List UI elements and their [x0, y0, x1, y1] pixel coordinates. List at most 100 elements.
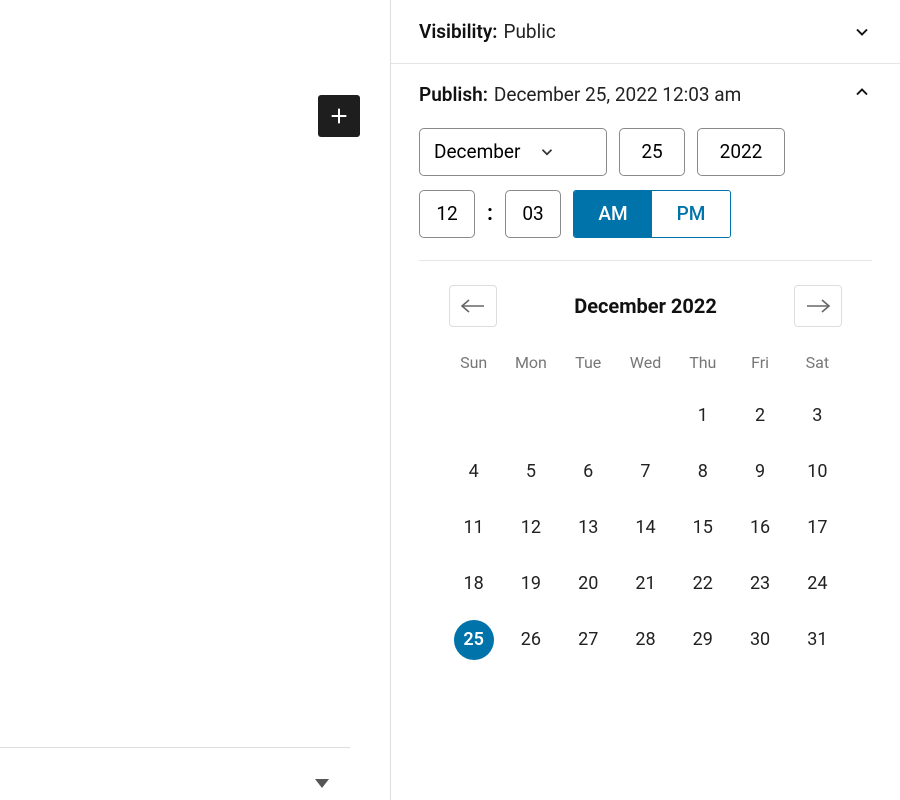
calendar-day[interactable]: 21	[617, 556, 674, 612]
calendar-day-number: 10	[797, 452, 837, 492]
calendar-day-number: 22	[683, 564, 723, 604]
calendar-day-number: 25	[454, 620, 494, 660]
calendar-day[interactable]: 28	[617, 612, 674, 668]
calendar-day[interactable]: 18	[445, 556, 502, 612]
calendar-day-number: 28	[625, 620, 665, 660]
add-block-button[interactable]	[318, 95, 360, 137]
calendar-day[interactable]: 19	[502, 556, 559, 612]
calendar-weekday: Wed	[617, 345, 674, 388]
calendar-day-number: 8	[683, 452, 723, 492]
calendar-day[interactable]: 9	[731, 444, 788, 500]
calendar-nav: December 2022	[419, 285, 872, 327]
calendar-day-number: 3	[797, 396, 837, 436]
arrow-left-icon	[460, 298, 486, 314]
settings-sidebar: Visibility: Public Publish: December 25,…	[390, 0, 900, 800]
calendar-day[interactable]: 24	[789, 556, 846, 612]
calendar-day[interactable]: 27	[560, 612, 617, 668]
calendar-day[interactable]: 4	[445, 444, 502, 500]
calendar-empty-cell	[445, 388, 502, 444]
calendar-title: December 2022	[574, 294, 717, 318]
day-input[interactable]	[619, 128, 685, 176]
calendar-day[interactable]: 20	[560, 556, 617, 612]
calendar-day[interactable]: 22	[674, 556, 731, 612]
calendar-day-number: 23	[740, 564, 780, 604]
calendar-day-number: 9	[740, 452, 780, 492]
calendar-day-number: 1	[683, 396, 723, 436]
publish-row-header[interactable]: Publish: December 25, 2022 12:03 am	[419, 82, 872, 108]
calendar-day[interactable]: 30	[731, 612, 788, 668]
pm-button[interactable]: PM	[652, 191, 730, 237]
calendar-day[interactable]: 13	[560, 500, 617, 556]
chevron-up-icon	[852, 82, 872, 102]
calendar-day-number: 13	[568, 508, 608, 548]
calendar-day[interactable]: 3	[789, 388, 846, 444]
calendar-day-number: 15	[683, 508, 723, 548]
hour-input-field[interactable]	[434, 202, 460, 225]
calendar-day[interactable]: 25	[445, 612, 502, 668]
ampm-toggle: AM PM	[573, 190, 731, 238]
calendar-day[interactable]: 26	[502, 612, 559, 668]
calendar-weekday: Thu	[674, 345, 731, 388]
calendar-day[interactable]: 8	[674, 444, 731, 500]
calendar-day-number: 5	[511, 452, 551, 492]
visibility-value: Public	[503, 20, 555, 43]
am-button[interactable]: AM	[574, 191, 652, 237]
calendar-day-number: 30	[740, 620, 780, 660]
time-controls-row: : AM PM	[419, 190, 872, 238]
day-input-field[interactable]	[634, 140, 670, 163]
calendar-day[interactable]: 5	[502, 444, 559, 500]
calendar-day-number: 14	[625, 508, 665, 548]
calendar-day-number: 17	[797, 508, 837, 548]
time-colon: :	[487, 201, 493, 226]
calendar-day-number: 19	[511, 564, 551, 604]
calendar-day-number: 31	[797, 620, 837, 660]
year-input-field[interactable]	[712, 140, 770, 163]
visibility-row[interactable]: Visibility: Public	[391, 0, 900, 64]
calendar-day[interactable]: 7	[617, 444, 674, 500]
calendar-day[interactable]: 29	[674, 612, 731, 668]
plus-icon	[328, 105, 350, 127]
minute-input[interactable]	[505, 190, 561, 238]
next-month-button[interactable]	[794, 285, 842, 327]
calendar-grid: SunMonTueWedThuFriSat1234567891011121314…	[419, 345, 872, 668]
calendar-day[interactable]: 2	[731, 388, 788, 444]
hour-input[interactable]	[419, 190, 475, 238]
calendar-day[interactable]: 23	[731, 556, 788, 612]
calendar-day[interactable]: 10	[789, 444, 846, 500]
calendar-day[interactable]: 31	[789, 612, 846, 668]
calendar-day-number: 7	[625, 452, 665, 492]
calendar-day[interactable]: 1	[674, 388, 731, 444]
calendar-day[interactable]: 11	[445, 500, 502, 556]
year-input[interactable]	[697, 128, 785, 176]
editor-divider	[0, 747, 350, 748]
calendar-day[interactable]: 14	[617, 500, 674, 556]
calendar-weekday: Mon	[502, 345, 559, 388]
prev-month-button[interactable]	[449, 285, 497, 327]
month-select[interactable]: December	[419, 128, 607, 176]
calendar-day[interactable]: 6	[560, 444, 617, 500]
minute-input-field[interactable]	[520, 202, 546, 225]
calendar-empty-cell	[560, 388, 617, 444]
calendar-day-number: 2	[740, 396, 780, 436]
calendar-weekday: Tue	[560, 345, 617, 388]
caret-down-icon[interactable]	[315, 779, 329, 788]
chevron-down-icon	[538, 143, 556, 161]
publish-label: Publish:	[419, 83, 488, 106]
calendar-weekday: Fri	[731, 345, 788, 388]
calendar-day-number: 26	[511, 620, 551, 660]
calendar-day-number: 12	[511, 508, 551, 548]
calendar-day-number: 18	[454, 564, 494, 604]
calendar-day-number: 20	[568, 564, 608, 604]
publish-panel: Publish: December 25, 2022 12:03 am Dece…	[391, 64, 900, 692]
calendar-day-number: 27	[568, 620, 608, 660]
panel-divider	[419, 260, 872, 261]
calendar-empty-cell	[502, 388, 559, 444]
calendar-day[interactable]: 17	[789, 500, 846, 556]
calendar-day[interactable]: 12	[502, 500, 559, 556]
calendar-day[interactable]: 15	[674, 500, 731, 556]
calendar-day-number: 16	[740, 508, 780, 548]
calendar-empty-cell	[617, 388, 674, 444]
month-select-value: December	[434, 140, 520, 163]
calendar-day[interactable]: 16	[731, 500, 788, 556]
calendar-day-number: 29	[683, 620, 723, 660]
